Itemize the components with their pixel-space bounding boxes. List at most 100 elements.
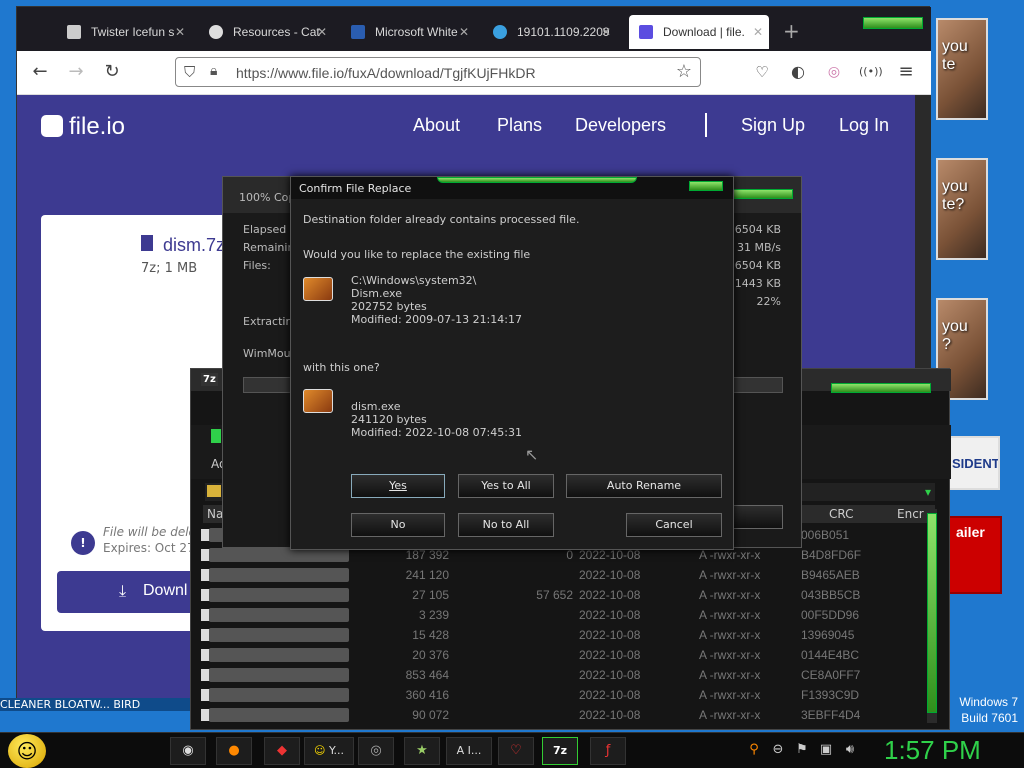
fileio-logo[interactable]: file.io <box>41 113 125 141</box>
fileio-icon <box>639 25 653 39</box>
column-name-header[interactable]: Na <box>207 507 223 521</box>
desktop-shortcuts[interactable]: CLEANER BLOATW... BIRD <box>0 698 200 711</box>
desktop-thumbnail-2[interactable]: you te? <box>936 158 988 260</box>
window-controls[interactable] <box>733 189 793 199</box>
fm-scrollbar[interactable] <box>927 509 937 723</box>
tab-twister[interactable]: Twister Icefun s ✕ <box>57 15 191 49</box>
back-arrow-icon[interactable]: ← <box>29 61 51 83</box>
cell-date: 2022-10-08 <box>579 688 641 702</box>
cell-date: 2022-10-08 <box>579 548 641 562</box>
yes-to-all-button[interactable]: Yes to All <box>458 474 554 498</box>
nav-developers[interactable]: Developers <box>575 115 666 136</box>
info-icon: ! <box>71 531 95 555</box>
download-label: Downl <box>143 582 188 599</box>
tab-resources[interactable]: Resources - Cat ✕ <box>199 15 333 49</box>
close-icon[interactable]: ✕ <box>317 15 327 49</box>
with-this-label: with this one? <box>303 361 380 374</box>
flash-taskbar-icon[interactable]: ƒ <box>590 737 626 765</box>
heart-taskbar-icon[interactable]: ♡ <box>498 737 534 765</box>
cell-size: 187 392 <box>405 548 449 562</box>
tab-build[interactable]: 19101.1109.2209 ✕ <box>483 15 617 49</box>
app-taskbar-icon[interactable]: ◆ <box>264 737 300 765</box>
tab-label: 19101.1109.2209 <box>517 25 610 39</box>
tab-microsoft[interactable]: Microsoft White ✕ <box>341 15 475 49</box>
cancel-button[interactable]: Cancel <box>626 513 722 537</box>
close-button[interactable] <box>689 181 723 191</box>
extension-2-icon[interactable]: ((•)) <box>859 61 883 83</box>
existing-path: C:\Windows\system32\ <box>351 274 477 287</box>
nav-about[interactable]: About <box>413 115 460 136</box>
column-crc-header[interactable]: CRC <box>829 507 854 521</box>
flag-tray-icon[interactable]: ⚑ <box>794 742 810 758</box>
file-name-cell <box>209 568 349 582</box>
download-icon: ⤓ <box>119 581 127 600</box>
start-button-smiley-icon[interactable]: ☺ <box>8 734 46 768</box>
7zip-taskbar-item[interactable]: 7z <box>542 737 578 765</box>
account-icon[interactable]: ◐ <box>787 61 809 83</box>
table-row[interactable]: 15 428 2022-10-08 A -rwxr-xr-x 13969045 <box>201 625 923 645</box>
volume-icon[interactable]: 🔊︎ <box>842 742 858 758</box>
file-name-cell <box>209 588 349 602</box>
yes-button[interactable]: Yes <box>351 474 445 498</box>
table-row[interactable]: 241 120 2022-10-08 A -rwxr-xr-x B9465AEB <box>201 565 923 585</box>
nav-sign-up[interactable]: Sign Up <box>741 115 805 136</box>
nav-plans[interactable]: Plans <box>497 115 542 136</box>
table-row[interactable]: 27 105 57 652 2022-10-08 A -rwxr-xr-x 043BB5… <box>201 585 923 605</box>
cell-packed: 57 652 <box>536 588 573 602</box>
cell-size: 15 428 <box>412 628 449 642</box>
cell-date: 2022-10-08 <box>579 568 641 582</box>
cell-attr: A -rwxr-xr-x <box>699 588 761 602</box>
progress-value: 6504 KB <box>734 223 781 236</box>
chrome-taskbar-icon[interactable]: ◉ <box>170 737 206 765</box>
column-encrypted-header[interactable]: Encr <box>897 507 924 521</box>
close-icon[interactable]: ✕ <box>459 15 469 49</box>
system-clock[interactable]: 1:57 PM <box>884 735 981 766</box>
dropdown-arrow-icon[interactable]: ▾ <box>925 485 931 499</box>
no-to-all-button[interactable]: No to All <box>458 513 554 537</box>
disc-taskbar-icon[interactable]: ◎ <box>358 737 394 765</box>
close-icon[interactable]: ✕ <box>175 15 185 49</box>
taskbar-item-1[interactable]: ☺ Y... <box>304 737 354 765</box>
lock-icon[interactable]: 🔒︎ <box>210 63 217 79</box>
close-icon[interactable]: ✕ <box>753 15 763 49</box>
firefox-taskbar-icon[interactable]: ● <box>216 737 252 765</box>
tab-label: Twister Icefun s <box>91 25 175 39</box>
close-icon[interactable]: ✕ <box>601 15 611 49</box>
shield-icon[interactable]: ⛉ <box>184 63 195 81</box>
file-name-cell <box>209 688 349 702</box>
minus-circle-icon[interactable]: ⊖ <box>770 742 786 758</box>
url-text[interactable]: https://www.file.io/fuxA/download/TgjfKU… <box>236 65 536 81</box>
file-name-cell <box>209 628 349 642</box>
add-icon[interactable] <box>211 429 221 443</box>
menu-hamburger-icon[interactable]: ≡ <box>895 61 917 83</box>
taskbar-item-2[interactable]: A I... <box>446 737 492 765</box>
os-name: Windows 7 <box>959 695 1018 709</box>
file-name: dism.7z <box>163 235 226 255</box>
no-button[interactable]: No <box>351 513 445 537</box>
thumbnail-caption: you te <box>942 38 968 73</box>
scroll-thumb[interactable] <box>927 513 937 713</box>
table-row[interactable]: 20 376 2022-10-08 A -rwxr-xr-x 0144E4BC <box>201 645 923 665</box>
auto-rename-button[interactable]: Auto Rename <box>566 474 722 498</box>
desktop-thumbnail-1[interactable]: you te <box>936 18 988 120</box>
network-icon[interactable]: ▣ <box>818 742 834 758</box>
bookmark-star-icon[interactable]: ☆ <box>676 61 692 82</box>
app-icon: A <box>456 744 465 757</box>
tab-download-active[interactable]: Download | file. ✕ <box>629 15 769 49</box>
url-bar[interactable]: ⛉ 🔒︎ https://www.file.io/fuxA/download/T… <box>175 57 701 87</box>
star-taskbar-icon[interactable]: ★ <box>404 737 440 765</box>
forward-arrow-icon[interactable]: → <box>65 61 87 83</box>
table-row[interactable]: 360 416 2022-10-08 A -rwxr-xr-x F1393C9D <box>201 685 923 705</box>
search-icon[interactable]: ⚲ <box>746 742 762 758</box>
nav-log-in[interactable]: Log In <box>839 115 889 136</box>
progress-value: 31 MB/s <box>737 241 781 254</box>
new-tab-button[interactable]: + <box>783 19 800 43</box>
reload-icon[interactable]: ↻ <box>101 61 123 83</box>
pocket-icon[interactable]: ♡ <box>751 61 773 83</box>
window-controls[interactable] <box>863 17 923 29</box>
table-row[interactable]: 90 072 2022-10-08 A -rwxr-xr-x 3EBFF4D4 <box>201 705 923 725</box>
window-controls[interactable] <box>831 383 931 393</box>
extension-icon[interactable]: ◎ <box>823 61 845 83</box>
table-row[interactable]: 3 239 2022-10-08 A -rwxr-xr-x 00F5DD96 <box>201 605 923 625</box>
table-row[interactable]: 853 464 2022-10-08 A -rwxr-xr-x CE8A0FF7 <box>201 665 923 685</box>
